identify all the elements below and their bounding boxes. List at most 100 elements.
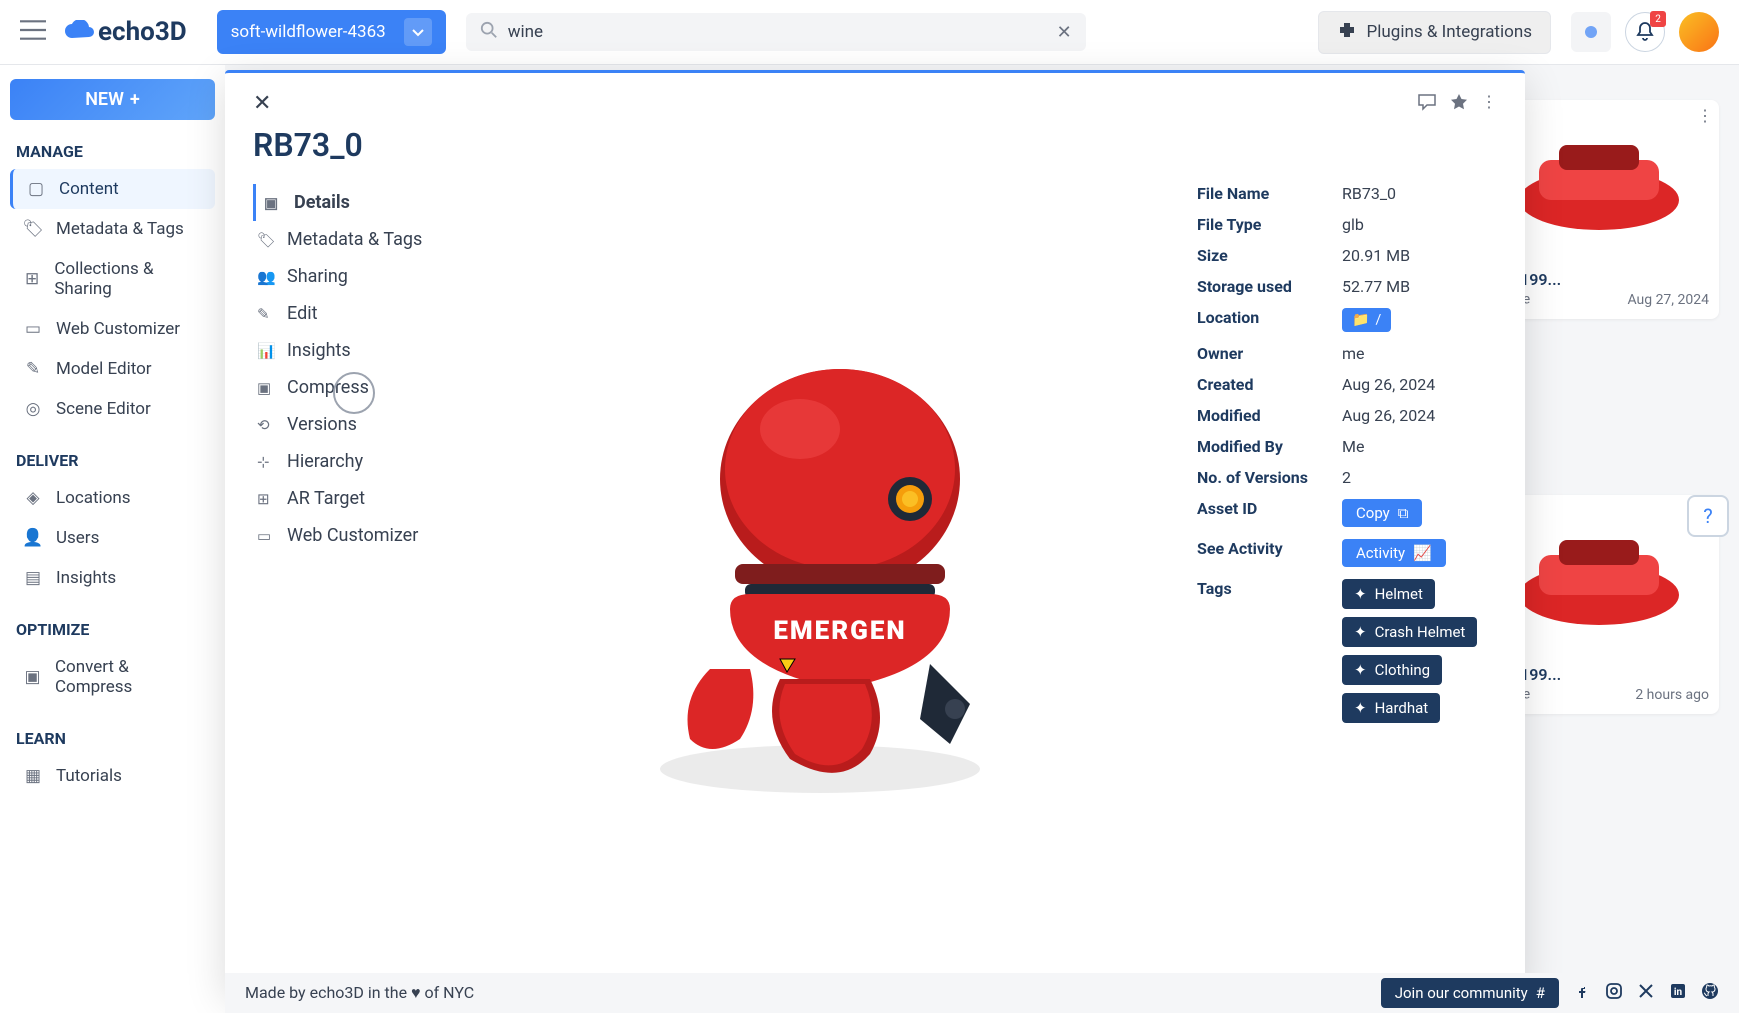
value-versions: 2 (1342, 468, 1351, 487)
nav-compress[interactable]: ▣Compress (253, 369, 463, 406)
label-size: Size (1197, 246, 1342, 265)
chart-icon: 📈 (1413, 544, 1432, 562)
value-filetype: glb (1342, 215, 1364, 234)
x-icon[interactable] (1637, 982, 1655, 1004)
label-filetype: File Type (1197, 215, 1342, 234)
notifications-button[interactable]: 2 (1625, 12, 1665, 52)
asset-preview[interactable]: EMERGEN (463, 184, 1197, 973)
project-selector[interactable]: soft-wildflower-4363 (217, 10, 446, 54)
user-avatar[interactable] (1679, 12, 1719, 52)
pencil-icon: ✎ (22, 359, 44, 379)
plugins-label: Plugins & Integrations (1367, 22, 1532, 42)
label-versions: No. of Versions (1197, 468, 1342, 487)
sidebar-item-modeleditor[interactable]: ✎Model Editor (10, 349, 215, 389)
header-actions: 2 (1571, 12, 1719, 52)
footer: Made by echo3D in the ♥ of NYC Join our … (225, 973, 1739, 1013)
assist-button[interactable] (1571, 12, 1611, 52)
label-assetid: Asset ID (1197, 499, 1342, 527)
tag-item[interactable]: ✦Helmet (1342, 579, 1435, 609)
tree-icon: ⊹ (257, 453, 277, 471)
more-icon[interactable]: ⋮ (1481, 92, 1497, 116)
nav-hierarchy[interactable]: ⊹Hierarchy (253, 443, 463, 480)
section-learn: LEARN (16, 729, 215, 748)
logo[interactable]: echo3D (64, 16, 187, 49)
value-size: 20.91 MB (1342, 246, 1410, 265)
asset-info-panel: File NameRB73_0 File Typeglb Size20.91 M… (1197, 184, 1497, 973)
label-storage: Storage used (1197, 277, 1342, 296)
linkedin-icon[interactable]: in (1669, 982, 1687, 1004)
facebook-icon[interactable] (1573, 982, 1591, 1004)
close-icon[interactable]: ✕ (1057, 22, 1072, 43)
close-icon[interactable]: ✕ (253, 91, 271, 116)
location-icon: ◈ (22, 488, 44, 508)
sidebar-item-locations[interactable]: ◈Locations (10, 478, 215, 518)
plus-icon: + (130, 89, 140, 110)
pencil-icon: ✎ (257, 305, 277, 323)
sidebar-item-metadata[interactable]: 🏷Metadata & Tags (10, 209, 215, 249)
tag-icon: 🏷 (257, 231, 277, 249)
section-deliver: DELIVER (16, 451, 215, 470)
instagram-icon[interactable] (1605, 982, 1623, 1004)
asset-title: RB73_0 (253, 126, 1497, 164)
value-modifiedby: Me (1342, 437, 1364, 456)
sparkle-icon: ✦ (1354, 623, 1367, 641)
section-manage: MANAGE (16, 142, 215, 161)
sidebar: NEW + MANAGE ▢Content 🏷Metadata & Tags ⊞… (0, 65, 225, 1013)
search-input[interactable] (508, 22, 1057, 42)
asset-detail-modal: ✕ ⋮ RB73_0 ▣Details 🏷Metadata & Tags 👥Sh… (225, 70, 1525, 991)
scene-icon: ◎ (22, 399, 44, 419)
app-header: echo3D soft-wildflower-4363 ✕ Plugins & … (0, 0, 1739, 65)
more-icon[interactable]: ⋮ (1697, 106, 1713, 125)
label-modifiedby: Modified By (1197, 437, 1342, 456)
copy-icon: ⧉ (1398, 504, 1409, 522)
sidebar-item-collections[interactable]: ⊞Collections & Sharing (10, 249, 215, 309)
nav-metadata[interactable]: 🏷Metadata & Tags (253, 221, 463, 258)
new-button[interactable]: NEW + (10, 79, 215, 120)
nav-artarget[interactable]: ⊞AR Target (253, 480, 463, 517)
tag-item[interactable]: ✦Clothing (1342, 655, 1442, 685)
tag-item[interactable]: ✦Crash Helmet (1342, 617, 1477, 647)
location-button[interactable]: 📁/ (1342, 308, 1391, 332)
section-optimize: OPTIMIZE (16, 620, 215, 639)
share-icon: 👥 (257, 268, 277, 286)
nav-insights[interactable]: 📊Insights (253, 332, 463, 369)
value-filename: RB73_0 (1342, 184, 1396, 203)
chart-icon: 📊 (257, 342, 277, 360)
menu-icon[interactable] (20, 20, 46, 44)
nav-webcustomizer[interactable]: ▭Web Customizer (253, 517, 463, 554)
sparkle-icon: ✦ (1354, 699, 1367, 717)
sidebar-item-webcustomizer[interactable]: ▭Web Customizer (10, 309, 215, 349)
compress-icon: ▣ (22, 667, 43, 687)
copy-button[interactable]: Copy⧉ (1342, 499, 1422, 527)
tag-item[interactable]: ✦Hardhat (1342, 693, 1440, 723)
tutorial-icon: ▦ (22, 766, 44, 786)
search-icon (480, 21, 498, 43)
label-tags: Tags (1197, 579, 1342, 598)
nav-details[interactable]: ▣Details (253, 184, 463, 221)
help-button[interactable]: ? (1687, 495, 1729, 537)
activity-button[interactable]: Activity📈 (1342, 539, 1446, 567)
star-icon[interactable] (1449, 92, 1469, 116)
compress-icon: ▣ (257, 379, 277, 397)
sidebar-item-users[interactable]: 👤Users (10, 518, 215, 558)
user-icon: 👤 (22, 528, 44, 548)
label-location: Location (1197, 308, 1342, 332)
cube-icon: ▢ (25, 179, 47, 199)
help-icon: ? (1703, 504, 1712, 528)
sidebar-item-tutorials[interactable]: ▦Tutorials (10, 756, 215, 796)
sidebar-item-convert[interactable]: ▣Convert & Compress (10, 647, 215, 707)
comment-icon[interactable] (1417, 92, 1437, 116)
sidebar-item-insights[interactable]: ▤Insights (10, 558, 215, 598)
label-filename: File Name (1197, 184, 1342, 203)
github-icon[interactable] (1701, 982, 1719, 1004)
sidebar-item-sceneeditor[interactable]: ◎Scene Editor (10, 389, 215, 429)
plugins-button[interactable]: Plugins & Integrations (1318, 11, 1551, 54)
nav-edit[interactable]: ✎Edit (253, 295, 463, 332)
value-modified: Aug 26, 2024 (1342, 406, 1435, 425)
grid-icon: ⊞ (22, 269, 42, 289)
community-button[interactable]: Join our community # (1381, 978, 1559, 1008)
nav-sharing[interactable]: 👥Sharing (253, 258, 463, 295)
search-input-wrap: ✕ (466, 13, 1086, 51)
sparkle-icon: ✦ (1354, 661, 1367, 679)
sidebar-item-content[interactable]: ▢Content (10, 169, 215, 209)
